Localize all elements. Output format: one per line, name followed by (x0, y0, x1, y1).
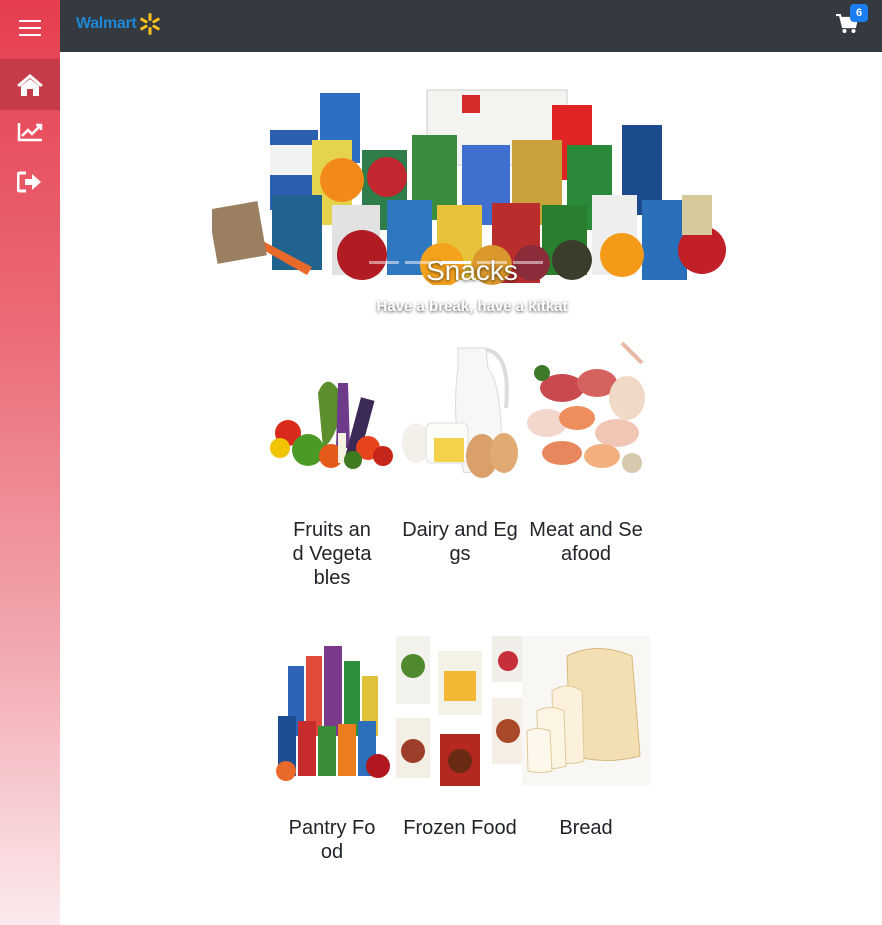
meat-seafood-image (527, 341, 645, 473)
fruits-vegetables-image (270, 381, 393, 469)
top-navbar: Walmart 6 (60, 0, 882, 52)
home-icon (17, 73, 43, 96)
category-fruits-vegetables[interactable]: Fruits and Vegetables (268, 338, 396, 590)
hero-carousel[interactable]: Snacks Have a break, have a kitkat (212, 85, 732, 315)
category-label: Meat and Seafood (529, 519, 643, 565)
frozen-food-image (396, 636, 524, 786)
category-label: Dairy and Eggs (402, 519, 518, 565)
dairy-eggs-image (402, 347, 518, 478)
carousel-title: Snacks (426, 255, 518, 286)
sidebar-item-stats[interactable] (0, 107, 60, 157)
sign-out-icon (17, 171, 41, 193)
cart-count-badge: 6 (850, 4, 868, 22)
category-frozen-food[interactable]: Frozen Food (396, 636, 524, 840)
bread-image (522, 636, 650, 786)
sidebar-item-home[interactable] (0, 59, 60, 110)
carousel-indicator[interactable] (369, 261, 399, 264)
sidebar (0, 0, 60, 925)
category-dairy-eggs[interactable]: Dairy and Eggs (396, 338, 524, 566)
pantry-food-image (276, 646, 390, 781)
category-bread[interactable]: Bread (522, 636, 650, 840)
carousel-indicators (369, 261, 543, 264)
hamburger-menu-icon (19, 20, 41, 36)
brand-logo[interactable]: Walmart (76, 12, 162, 36)
sidebar-item-logout[interactable] (0, 157, 60, 207)
category-pantry-food[interactable]: Pantry Food (268, 636, 396, 864)
carousel-subtitle: Have a break, have a kitkat (376, 298, 568, 315)
chart-line-icon (17, 123, 43, 142)
category-label: Bread (559, 817, 613, 839)
category-label: Fruits and Vegetables (292, 519, 372, 589)
walmart-spark-icon (140, 13, 161, 35)
category-meat-seafood[interactable]: Meat and Seafood (522, 338, 650, 566)
brand-name: Walmart (76, 15, 137, 32)
category-label: Pantry Food (288, 817, 376, 863)
carousel-indicator-active[interactable] (441, 261, 471, 264)
carousel-indicator[interactable] (405, 261, 435, 264)
app-root: Walmart 6 Snacks Have a break, have a ki… (0, 0, 882, 925)
carousel-indicator[interactable] (513, 261, 543, 264)
carousel-indicator[interactable] (477, 261, 507, 264)
category-label: Frozen Food (403, 817, 517, 839)
sidebar-menu-toggle[interactable] (0, 3, 60, 53)
